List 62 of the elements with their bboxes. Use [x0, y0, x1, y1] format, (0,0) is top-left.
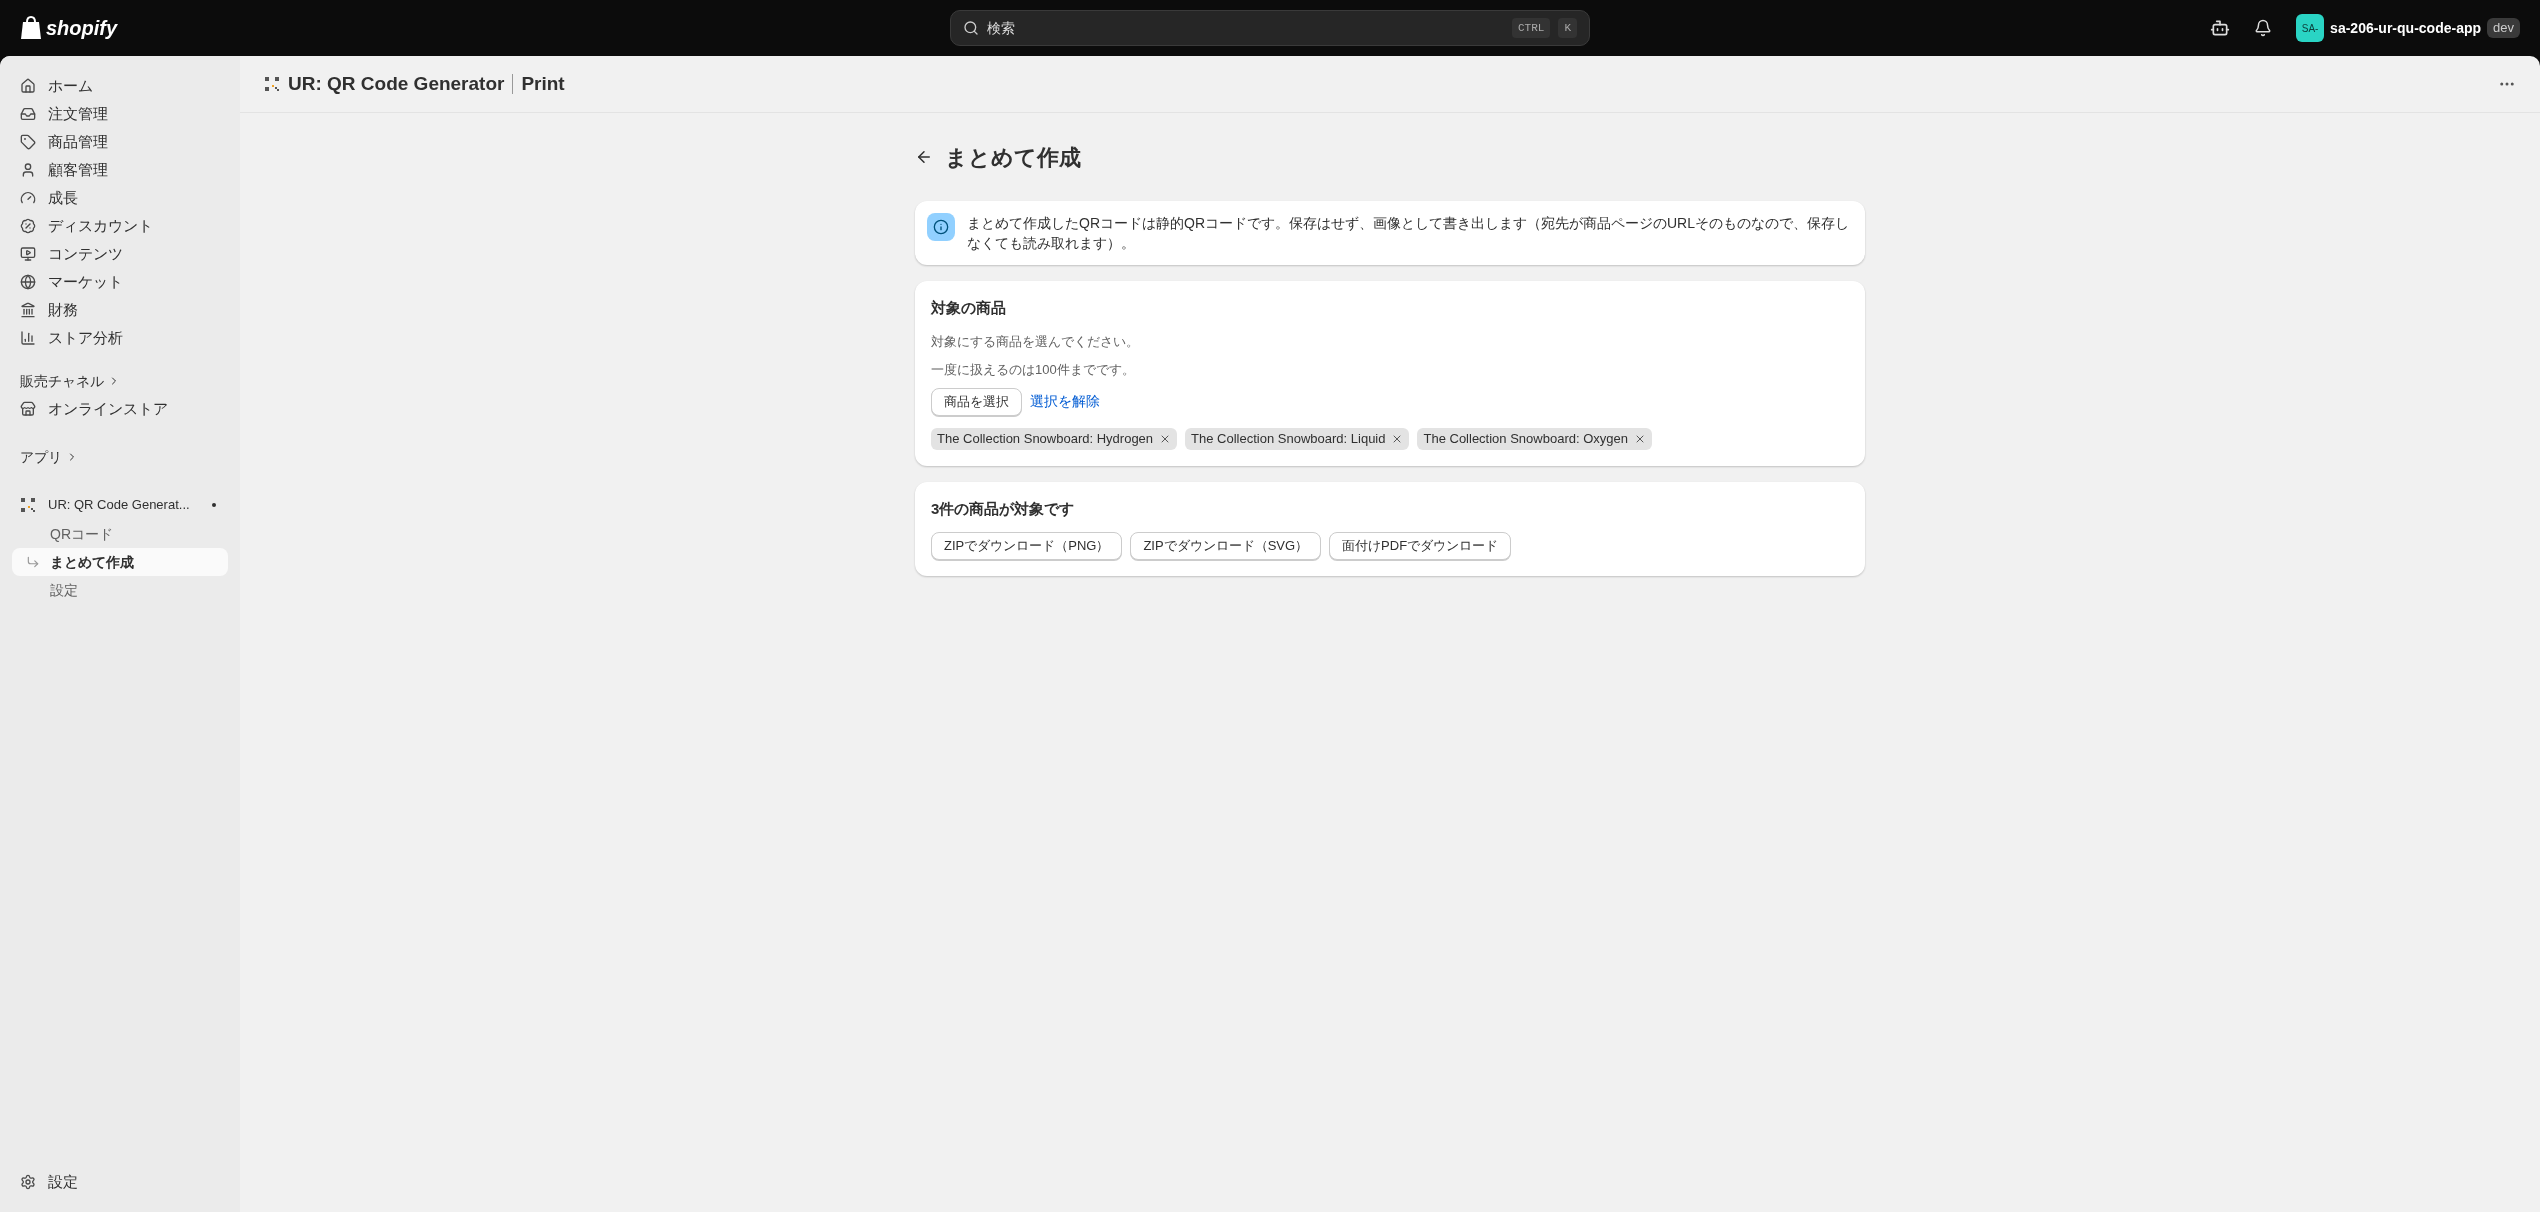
bar-chart-icon: [20, 330, 36, 346]
search-input[interactable]: 検索: [987, 17, 1504, 39]
sidebar-item[interactable]: 顧客管理: [12, 156, 228, 184]
select-products-button[interactable]: 商品を選択: [931, 387, 1022, 416]
gauge-icon: [20, 190, 36, 206]
search-icon: [963, 20, 979, 36]
store-name[interactable]: sa-206-ur-qu-code-app: [2330, 17, 2482, 39]
sidebar-item[interactable]: マーケット: [12, 268, 228, 296]
person-icon: [20, 162, 36, 178]
sidebar-subitem[interactable]: QRコード: [12, 520, 228, 548]
store-avatar[interactable]: SA-: [2296, 14, 2325, 42]
qr-code-icon: [20, 497, 36, 513]
card-title: 対象の商品: [931, 298, 1007, 318]
banner-text: まとめて作成したQRコードは静的QRコードです。保存はせず、画像として書き出します（宛先が商品ページのURLそのものなので、保存しなくても読み取れます）。: [967, 214, 1850, 253]
page-title: まとめて作成: [945, 143, 1081, 172]
help-text: 対象にする商品を選んでください。: [931, 332, 1140, 351]
sidebar-item[interactable]: 商品管理: [12, 128, 228, 156]
dev-badge: dev: [2487, 18, 2520, 38]
app-name: UR: QR Code Generator: [288, 71, 505, 96]
shopping-bag-icon: [20, 16, 42, 40]
sidebar-item[interactable]: ストア分析: [12, 324, 228, 352]
sidebar-section-link[interactable]: 販売チャネル: [12, 368, 228, 394]
sidebar-subitem[interactable]: 設定: [12, 576, 228, 604]
bank-icon: [20, 302, 36, 318]
sidebar-subitem[interactable]: まとめて作成: [12, 548, 228, 576]
clear-selection-link[interactable]: 選択を解除: [1030, 391, 1100, 412]
sidebar-item[interactable]: オンラインストア: [12, 394, 228, 424]
sidebar-item[interactable]: ディスカウント: [12, 212, 228, 240]
download-button[interactable]: 面付けPDFでダウンロード: [1329, 532, 1512, 560]
sidebar-item[interactable]: 成長: [12, 184, 228, 212]
sidebar-section-link[interactable]: アプリ: [12, 444, 228, 470]
sidebar-item[interactable]: コンテンツ: [12, 240, 228, 268]
tree-branch-icon: [26, 555, 40, 569]
settings-icon: [20, 1174, 36, 1190]
shortcut-key: CTRL: [1512, 17, 1551, 39]
sidebar-item[interactable]: UR: QR Code Generat...: [12, 490, 228, 520]
card-title: 3件の商品が対象です: [931, 498, 1076, 519]
page-name: Print: [521, 71, 565, 96]
sidebar-item[interactable]: 設定: [12, 1168, 228, 1196]
store-icon: [20, 401, 36, 417]
percent-badge-icon: [20, 218, 36, 234]
sidebar-item[interactable]: 注文管理: [12, 100, 228, 128]
tag-icon: [20, 134, 36, 150]
shortcut-key: K: [1558, 17, 1577, 39]
shopify-logo[interactable]: shopify: [46, 13, 118, 43]
tag-label: The Collection Snowboard: Hydrogen: [937, 429, 1154, 448]
monitor-icon: [20, 246, 36, 262]
download-button[interactable]: ZIPでダウンロード（SVG）: [1130, 532, 1322, 560]
home-icon: [20, 78, 36, 94]
inbox-icon: [20, 106, 36, 122]
qr-code-icon: [264, 76, 280, 92]
search-bar[interactable]: 検索 CTRL K: [950, 10, 1590, 46]
sidebar-item[interactable]: ホーム: [12, 72, 228, 100]
tag-label: The Collection Snowboard: Liquid: [1191, 429, 1386, 448]
globe-icon: [20, 274, 36, 290]
bell-icon[interactable]: [2254, 19, 2273, 37]
download-button[interactable]: ZIPでダウンロード（PNG）: [931, 532, 1123, 560]
sidebar-item[interactable]: 財務: [12, 296, 228, 324]
info-icon: [933, 219, 949, 235]
tag-label: The Collection Snowboard: Oxygen: [1423, 429, 1628, 448]
help-text: 一度に扱えるのは100件までです。: [931, 360, 1136, 379]
robot-icon[interactable]: [2210, 18, 2231, 38]
